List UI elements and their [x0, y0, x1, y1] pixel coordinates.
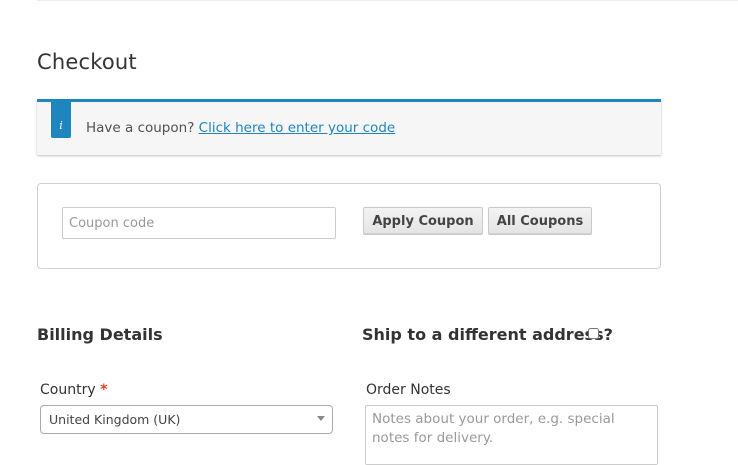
country-label-text: Country — [40, 382, 96, 398]
top-divider — [37, 0, 738, 1]
all-coupons-button[interactable]: All Coupons — [488, 207, 592, 235]
order-notes-label: Order Notes — [366, 382, 451, 398]
coupon-notice-prefix: Have a coupon? — [86, 120, 195, 136]
required-mark: * — [100, 382, 108, 398]
ship-different-address-heading: Ship to a different address? — [362, 325, 613, 344]
coupon-notice-text: Have a coupon? Click here to enter your … — [86, 120, 395, 136]
page-title: Checkout — [37, 50, 137, 74]
order-notes-textarea[interactable] — [365, 405, 658, 465]
chevron-down-icon — [317, 416, 325, 421]
coupon-notice: i Have a coupon? Click here to enter you… — [37, 99, 661, 155]
info-icon: i — [51, 102, 71, 138]
billing-details-heading: Billing Details — [37, 325, 163, 344]
country-select[interactable]: United Kingdom (UK) — [40, 405, 333, 434]
ship-different-address-checkbox[interactable] — [588, 328, 599, 339]
coupon-form: Apply Coupon All Coupons — [37, 183, 661, 269]
country-label: Country * — [40, 382, 107, 398]
country-select-value: United Kingdom (UK) — [49, 412, 181, 427]
apply-coupon-button[interactable]: Apply Coupon — [363, 207, 483, 235]
coupon-code-input[interactable] — [62, 207, 336, 239]
enter-coupon-link[interactable]: Click here to enter your code — [199, 120, 396, 136]
